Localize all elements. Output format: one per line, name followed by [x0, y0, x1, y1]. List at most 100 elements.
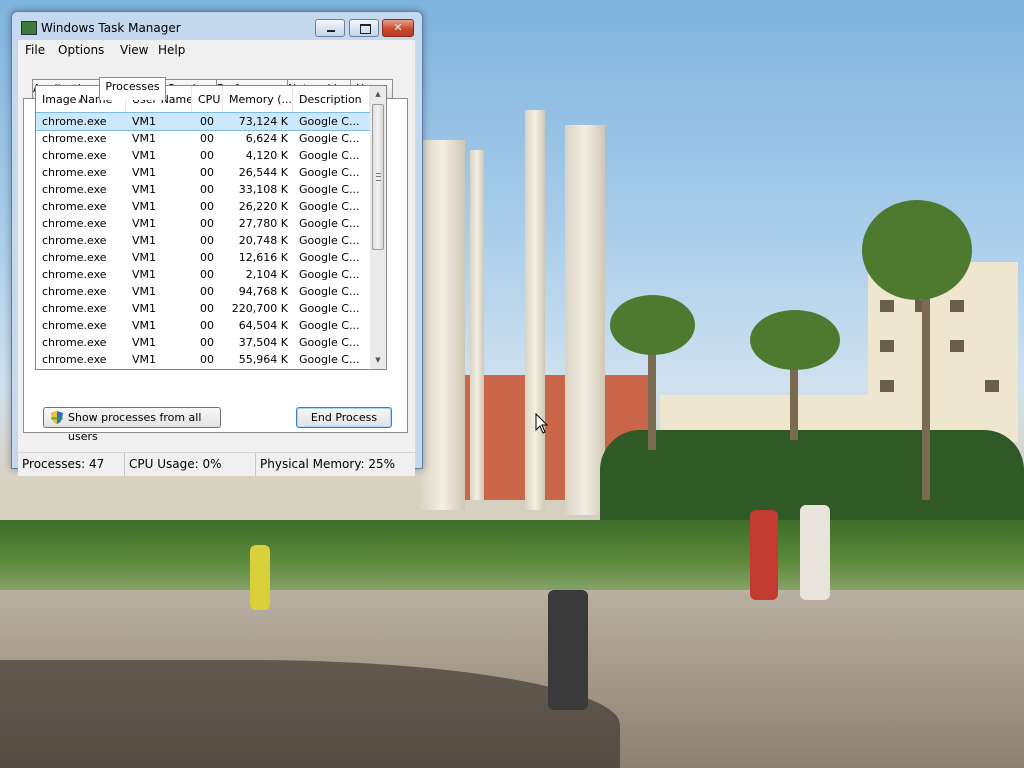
table-row[interactable]: chrome.exe VM1 00 2,104 K Google C...	[36, 266, 370, 283]
wallpaper-person	[250, 545, 270, 610]
cell-user-name: VM1	[132, 166, 157, 179]
cell-cpu: 00	[200, 234, 214, 247]
column-cpu[interactable]: CPU	[192, 86, 223, 113]
task-manager-icon[interactable]	[21, 21, 37, 35]
scrollbar-thumb[interactable]	[372, 104, 384, 250]
wallpaper-window	[880, 340, 894, 352]
cell-memory: 2,104 K	[245, 268, 288, 281]
cell-cpu: 00	[200, 115, 214, 128]
table-row[interactable]: chrome.exe VM1 00 33,108 K Google C...	[36, 181, 370, 198]
table-row[interactable]: chrome.exe VM1 00 12,616 K Google C...	[36, 249, 370, 266]
cell-image-name: chrome.exe	[42, 217, 107, 230]
cell-description: Google C...	[299, 251, 360, 264]
table-row[interactable]: chrome.exe VM1 00 37,504 K Google C...	[36, 334, 370, 351]
cell-cpu: 00	[200, 217, 214, 230]
cell-image-name: chrome.exe	[42, 149, 107, 162]
wallpaper-window	[880, 380, 894, 392]
cell-description: Google C...	[299, 217, 360, 230]
scroll-down-arrow-icon[interactable]: ▼	[370, 352, 386, 369]
title-bar[interactable]: Windows Task Manager ✕	[12, 12, 422, 40]
table-row[interactable]: chrome.exe VM1 00 6,624 K Google C...	[36, 130, 370, 147]
cell-memory: 6,624 K	[245, 132, 288, 145]
cell-description: Google C...	[299, 285, 360, 298]
wallpaper-window	[950, 300, 964, 312]
cell-image-name: chrome.exe	[42, 353, 107, 366]
mouse-pointer-icon	[535, 413, 549, 434]
vertical-scrollbar[interactable]: ▲ ▼	[370, 86, 386, 369]
wallpaper-palm-fronds	[750, 310, 840, 370]
table-row[interactable]: chrome.exe VM1 00 64,504 K Google C...	[36, 317, 370, 334]
table-row[interactable]: chrome.exe VM1 00 26,220 K Google C...	[36, 198, 370, 215]
cell-description: Google C...	[299, 132, 360, 145]
cell-cpu: 00	[200, 251, 214, 264]
wallpaper-monument-pillar	[470, 150, 484, 500]
wallpaper-child	[548, 590, 588, 710]
end-process-button[interactable]: End Process	[296, 407, 392, 428]
minimize-button[interactable]	[315, 19, 345, 37]
cell-description: Google C...	[299, 200, 360, 213]
scroll-up-arrow-icon[interactable]: ▲	[370, 86, 386, 103]
maximize-button[interactable]	[349, 19, 379, 37]
wallpaper-palm-fronds	[862, 200, 972, 300]
cell-user-name: VM1	[132, 149, 157, 162]
cell-cpu: 00	[200, 200, 214, 213]
cell-description: Google C...	[299, 302, 360, 315]
cell-memory: 26,220 K	[238, 200, 288, 213]
table-row[interactable]: chrome.exe VM1 00 4,120 K Google C...	[36, 147, 370, 164]
cell-image-name: chrome.exe	[42, 166, 107, 179]
cell-user-name: VM1	[132, 115, 157, 128]
table-row[interactable]: chrome.exe VM1 00 27,780 K Google C...	[36, 215, 370, 232]
process-list[interactable]: ▲ Image Name User Name CPU Memory (... D…	[35, 85, 387, 370]
cell-user-name: VM1	[132, 353, 157, 366]
cell-image-name: chrome.exe	[42, 115, 107, 128]
cell-description: Google C...	[299, 336, 360, 349]
status-cpu-usage: CPU Usage: 0%	[125, 453, 256, 476]
table-row[interactable]: chrome.exe VM1 00 20,748 K Google C...	[36, 232, 370, 249]
cell-description: Google C...	[299, 149, 360, 162]
cell-memory: 37,504 K	[238, 336, 288, 349]
cell-image-name: chrome.exe	[42, 234, 107, 247]
cell-user-name: VM1	[132, 217, 157, 230]
cell-cpu: 00	[200, 132, 214, 145]
wallpaper-lawn	[0, 520, 1024, 590]
table-row[interactable]: chrome.exe VM1 00 220,700 K Google C...	[36, 300, 370, 317]
close-button[interactable]: ✕	[382, 19, 414, 37]
menu-help[interactable]: Help	[158, 43, 185, 57]
window-title: Windows Task Manager	[41, 21, 181, 35]
wallpaper-window	[950, 340, 964, 352]
show-all-users-button[interactable]: Show processes from all users	[43, 407, 221, 443]
table-row[interactable]: chrome.exe VM1 00 55,964 K Google C...	[36, 351, 370, 368]
cell-user-name: VM1	[132, 200, 157, 213]
cell-description: Google C...	[299, 183, 360, 196]
column-memory[interactable]: Memory (...	[223, 86, 293, 113]
wallpaper-person	[800, 505, 830, 600]
cell-image-name: chrome.exe	[42, 285, 107, 298]
wallpaper-window	[880, 300, 894, 312]
wallpaper-palm-trunk	[648, 340, 656, 450]
cell-description: Google C...	[299, 166, 360, 179]
cell-image-name: chrome.exe	[42, 200, 107, 213]
menu-view[interactable]: View	[120, 43, 148, 57]
scrollbar-grip-icon	[376, 173, 381, 181]
wallpaper-palm-fronds	[610, 295, 695, 355]
table-row[interactable]: chrome.exe VM1 00 26,544 K Google C...	[36, 164, 370, 181]
menu-bar: File Options View Help	[18, 40, 415, 60]
status-bar: Processes: 47 CPU Usage: 0% Physical Mem…	[18, 452, 415, 476]
minimize-icon	[327, 30, 335, 32]
cell-image-name: chrome.exe	[42, 268, 107, 281]
cell-user-name: VM1	[132, 251, 157, 264]
cell-cpu: 00	[200, 302, 214, 315]
maximize-icon	[360, 24, 371, 34]
tab-processes[interactable]: Processes	[99, 77, 166, 100]
column-description[interactable]: Description	[293, 86, 370, 113]
cell-memory: 26,544 K	[238, 166, 288, 179]
table-row[interactable]: chrome.exe VM1 00 73,124 K Google C...	[36, 112, 371, 131]
wallpaper-monument-pillar	[420, 140, 465, 510]
cell-user-name: VM1	[132, 336, 157, 349]
menu-file[interactable]: File	[25, 43, 45, 57]
table-row[interactable]: chrome.exe VM1 00 94,768 K Google C...	[36, 283, 370, 300]
menu-options[interactable]: Options	[58, 43, 104, 57]
cell-memory: 94,768 K	[238, 285, 288, 298]
cell-user-name: VM1	[132, 268, 157, 281]
cell-cpu: 00	[200, 285, 214, 298]
